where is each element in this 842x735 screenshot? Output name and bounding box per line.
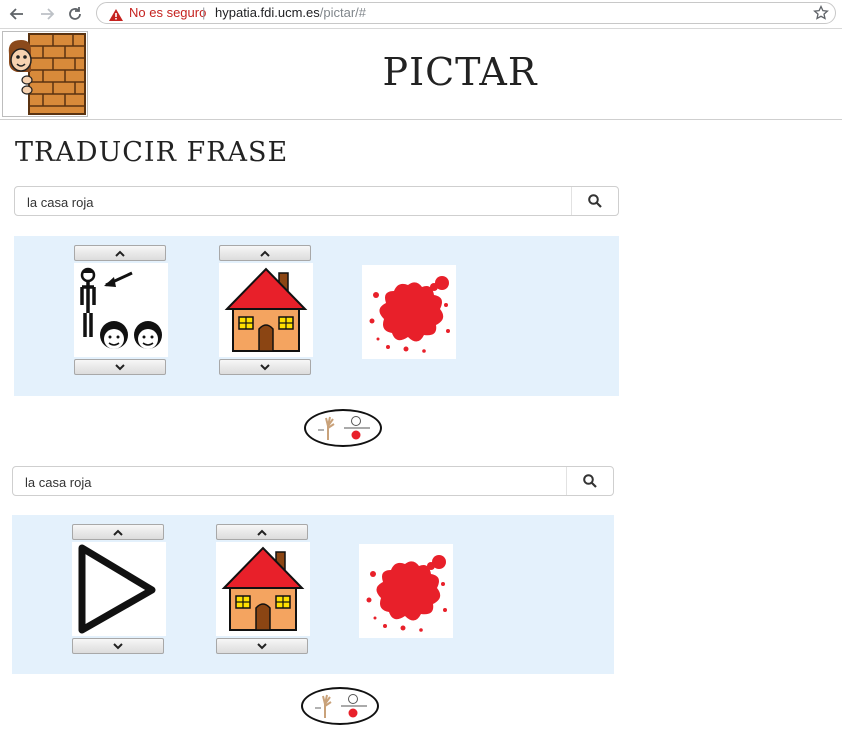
next-pictogram-button[interactable] (219, 359, 311, 375)
pictogram-panel (12, 515, 614, 674)
house-pictogram-icon (221, 546, 305, 631)
search-button[interactable] (566, 467, 613, 495)
header-divider (0, 119, 842, 120)
back-arrow-icon[interactable] (6, 3, 28, 25)
previous-pictogram-button[interactable] (72, 524, 164, 540)
phrase-input[interactable] (23, 470, 567, 494)
chevron-down-icon (260, 363, 270, 370)
next-pictogram-button[interactable] (74, 359, 166, 375)
next-pictogram-button[interactable] (72, 638, 164, 654)
url-separator: | (202, 5, 206, 20)
previous-pictogram-button[interactable] (219, 245, 311, 261)
pictogram-image[interactable] (72, 542, 166, 636)
boy-behind-wall-icon (8, 33, 86, 115)
pictogram-column (362, 263, 456, 361)
house-pictogram-icon (224, 267, 308, 352)
url-text: hypatia.fdi.ucm.es/pictar/# (215, 3, 366, 23)
sign-language-icon (315, 694, 367, 718)
next-pictogram-button[interactable] (216, 638, 308, 654)
pictogram-column (219, 245, 313, 375)
browser-toolbar: No es seguro | hypatia.fdi.ucm.es/pictar… (0, 0, 842, 29)
pictogram-image[interactable] (362, 265, 456, 359)
pictogram-column (72, 524, 166, 654)
pictogram-panel (14, 236, 619, 396)
chevron-down-icon (257, 642, 267, 649)
app-title: PICTAR (382, 50, 538, 94)
red-splash-pictogram-icon (369, 276, 450, 353)
sign-language-button[interactable] (301, 687, 379, 725)
url-path: /pictar/# (319, 5, 367, 20)
phrase-input[interactable] (25, 190, 569, 214)
chevron-down-icon (115, 363, 125, 370)
address-bar[interactable]: No es seguro | hypatia.fdi.ucm.es/pictar… (96, 2, 836, 24)
bookmark-star-icon[interactable] (813, 4, 829, 27)
pictogram-image[interactable] (219, 263, 313, 357)
chevron-up-icon (113, 529, 123, 536)
app-logo[interactable] (2, 31, 88, 117)
search-icon (583, 474, 597, 488)
search-button[interactable] (571, 187, 618, 215)
pictogram-column (216, 524, 310, 654)
chevron-down-icon (113, 642, 123, 649)
sign-language-icon (318, 416, 370, 440)
girls-pictogram-icon (80, 267, 162, 349)
pictogram-column (359, 542, 453, 640)
phrase-search-box (12, 466, 614, 496)
url-host: hypatia.fdi.ucm.es (215, 5, 320, 20)
section-title: TRADUCIR FRASE (15, 137, 289, 168)
forward-arrow-icon[interactable] (36, 3, 58, 25)
pictogram-column (74, 245, 168, 375)
pictogram-image[interactable] (74, 263, 168, 357)
search-icon (588, 194, 602, 208)
chevron-up-icon (115, 250, 125, 257)
play-triangle-pictogram-icon (78, 544, 156, 634)
security-label[interactable]: No es seguro (129, 3, 206, 23)
previous-pictogram-button[interactable] (74, 245, 166, 261)
chevron-up-icon (257, 529, 267, 536)
phrase-search-box (14, 186, 619, 216)
previous-pictogram-button[interactable] (216, 524, 308, 540)
sign-language-button[interactable] (304, 409, 382, 447)
pictogram-image[interactable] (216, 542, 310, 636)
chevron-up-icon (260, 250, 270, 257)
reload-icon[interactable] (64, 3, 86, 25)
warning-icon (109, 7, 123, 27)
pictogram-image[interactable] (359, 544, 453, 638)
red-splash-pictogram-icon (366, 555, 447, 632)
